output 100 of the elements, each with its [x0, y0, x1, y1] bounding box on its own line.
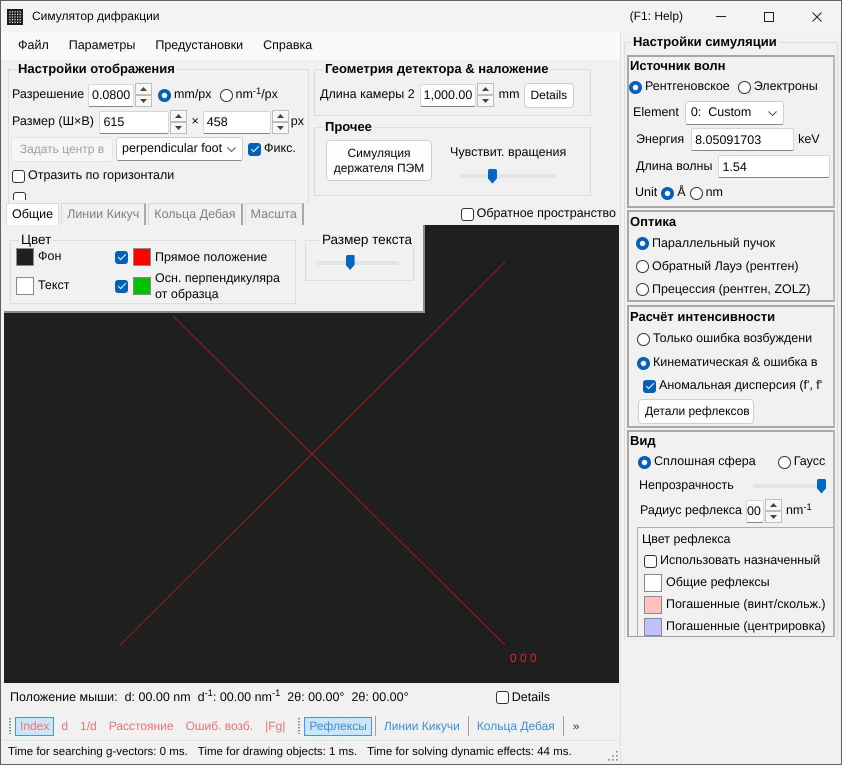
field-label: Размер (Ш×В): [12, 114, 95, 130]
slider-thumb[interactable]: [346, 255, 355, 270]
color-swatch[interactable]: [133, 248, 151, 266]
width-field[interactable]: 615: [99, 110, 170, 134]
radio-label: Рентгеновское: [645, 79, 730, 95]
checkbox[interactable]: [13, 192, 26, 200]
unit-label: keV: [798, 132, 820, 148]
element-dropdown[interactable]: 0: Custom: [684, 101, 784, 125]
overflow-button[interactable]: »: [570, 718, 582, 734]
radio-button[interactable]: [158, 88, 171, 102]
color-swatch[interactable]: [644, 574, 662, 592]
energy-field[interactable]: 8.05091703: [691, 128, 794, 151]
field-label: Энергия: [636, 132, 684, 148]
checkbox-label: Аномальная дисперсия (f', f': [659, 378, 822, 394]
radio-button[interactable]: [738, 80, 751, 94]
radio-label: nm$^{-1}$/px: [236, 87, 278, 103]
checkbox[interactable]: [12, 170, 25, 182]
wavelength-field[interactable]: 1.54: [718, 155, 830, 178]
slider-thumb[interactable]: [488, 168, 497, 184]
field-label: Длина волны: [636, 158, 712, 174]
checkbox[interactable]: [115, 250, 128, 264]
holder-simulation-button[interactable]: Симуляция держателя ПЭМ: [326, 140, 432, 181]
resolution-field[interactable]: 0.0800: [88, 84, 134, 106]
help-hint: (F1: Help): [630, 9, 683, 24]
radio-label: Прецессия (рентген, ZOLZ): [652, 282, 810, 298]
section-title: Вид: [629, 432, 657, 450]
checkbox[interactable]: [248, 142, 261, 156]
checkbox-label: Обратное пространство: [476, 206, 616, 222]
color-swatch[interactable]: [16, 248, 34, 266]
color-label: Общие рефлексы: [666, 575, 770, 591]
slider-thumb[interactable]: [817, 478, 826, 494]
field-label: Радиус рефлекса: [640, 503, 742, 519]
radio-button[interactable]: [690, 186, 703, 200]
spin-down-button[interactable]: [170, 122, 188, 134]
group-title: Цвет рефлекса: [641, 531, 732, 548]
radio-label: nm: [706, 185, 723, 201]
color-swatch[interactable]: [644, 618, 662, 636]
menu-item[interactable]: Предустановки: [145, 38, 254, 54]
menu-item[interactable]: Справка: [253, 38, 322, 54]
radio-button[interactable]: [637, 356, 650, 370]
radio-button[interactable]: [638, 456, 651, 468]
resize-grip-icon: [606, 749, 618, 761]
spin-up-button[interactable]: [476, 83, 494, 95]
group-title: Настройки симуляции: [632, 35, 778, 49]
menu-item[interactable]: Файл: [8, 38, 59, 54]
radio-button[interactable]: [629, 80, 642, 94]
up-arrow-icon: [175, 114, 182, 118]
radio-label: Гаусс: [794, 454, 826, 470]
radio-button[interactable]: [636, 237, 649, 250]
field-label: Element: [633, 105, 679, 121]
menu-item[interactable]: Параметры: [58, 38, 146, 54]
up-arrow-icon: [482, 87, 489, 91]
color-swatch[interactable]: [133, 277, 151, 295]
field-label: Длина камеры 2: [320, 87, 415, 103]
unit-label: mm: [498, 87, 520, 103]
checkbox[interactable]: [115, 280, 128, 292]
radio-label: Сплошная сфера: [654, 454, 756, 470]
down-arrow-icon: [482, 99, 489, 103]
radio-label: Кинематическая & ошибка в: [653, 355, 818, 371]
color-label: Осн. перпендикуляра от образца: [155, 270, 281, 302]
status-text: Time for searching g-vectors: 0 ms.: [8, 745, 188, 760]
tab[interactable]: Общие: [6, 203, 60, 225]
radio-label: mm/px: [174, 87, 212, 103]
unit-label: nm$^{-1}$: [786, 503, 812, 519]
radio-button[interactable]: [778, 456, 791, 468]
minimize-icon: [716, 16, 726, 17]
spin-down-button[interactable]: [135, 95, 152, 107]
checkbox[interactable]: [644, 554, 657, 568]
radio-button[interactable]: [637, 332, 650, 346]
spot-radius-field[interactable]: 00: [746, 500, 764, 522]
color-swatch[interactable]: [644, 596, 662, 614]
window-title: Симулятор дифракции: [32, 9, 160, 24]
group-title: Геометрия детектора & наложение: [324, 62, 550, 76]
spin-up-button[interactable]: [135, 83, 152, 95]
coordinate-reading: d$^{-1}$: 00.00 nm$^{-1}$: [198, 690, 280, 706]
checkbox[interactable]: [496, 691, 509, 704]
radio-button[interactable]: [661, 186, 674, 200]
camera-length-field[interactable]: 1,000.00: [420, 84, 476, 106]
height-field[interactable]: 458: [202, 110, 271, 134]
spin-up-button[interactable]: [170, 110, 188, 122]
spin-down-button[interactable]: [764, 511, 782, 523]
radio-label: Только ошибка возбуждени: [653, 331, 812, 347]
reflection-details-button[interactable]: Детали рефлексов: [638, 399, 754, 424]
color-swatch[interactable]: [16, 277, 34, 295]
radio-button[interactable]: [636, 260, 649, 273]
checkbox[interactable]: [643, 380, 656, 392]
down-arrow-icon: [770, 515, 777, 519]
down-arrow-icon: [276, 126, 284, 130]
details-button[interactable]: Details: [524, 82, 574, 108]
center-mode-dropdown[interactable]: perpendicular foot: [116, 137, 243, 161]
up-arrow-icon: [276, 114, 284, 118]
spin-up-button[interactable]: [764, 499, 782, 511]
spin-down-button[interactable]: [476, 95, 494, 107]
checkbox-label: Использовать назначенный: [660, 553, 820, 569]
color-label: Текст: [38, 278, 70, 294]
radio-button[interactable]: [636, 283, 649, 296]
radio-button[interactable]: [220, 88, 232, 102]
checkbox[interactable]: [460, 208, 474, 220]
spin-down-button[interactable]: [272, 122, 289, 134]
spin-up-button[interactable]: [272, 110, 289, 122]
